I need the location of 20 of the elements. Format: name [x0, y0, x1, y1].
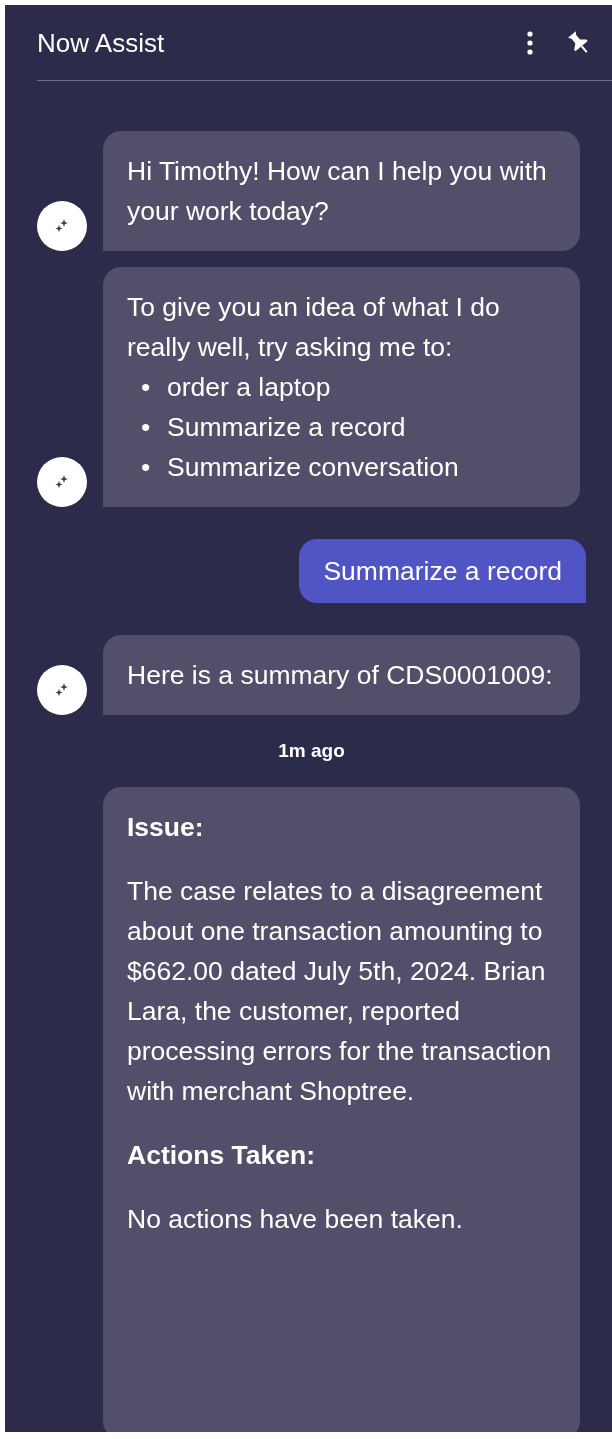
list-item-text: Summarize conversation	[167, 451, 459, 484]
more-icon	[526, 30, 534, 55]
list-item-text: Summarize a record	[167, 411, 406, 444]
user-message: Summarize a record	[299, 539, 586, 603]
section-heading: Issue:	[127, 811, 205, 844]
sparkle-icon	[54, 682, 70, 698]
sparkle-icon	[54, 474, 70, 490]
section-text: The case relates to a disagreement about one transaction amounting to $662.00 dated July 5th, 2024. Brian Lara, the customer, reported processing errors for the transaction with merchant Shoptree.	[127, 875, 553, 1108]
message-timestamp: 1m ago	[277, 739, 346, 763]
bot-message: Hi Timothy! How can I help you with your work today?	[103, 131, 580, 251]
section-text: No actions have been taken.	[127, 1203, 464, 1236]
bullet-marker: •	[141, 451, 152, 484]
bullet-marker: •	[141, 371, 152, 404]
bot-message: To give you an idea of what I do really well, try asking me to: • order a laptop • Summarize a record • Summarize conversation	[103, 267, 580, 507]
sparkle-icon	[54, 218, 70, 234]
list-item-text: order a laptop	[167, 371, 331, 404]
bullet-marker: •	[141, 411, 152, 444]
section-heading: Actions Taken:	[127, 1139, 316, 1172]
panel-title: Now Assist	[37, 26, 165, 60]
bot-message: Here is a summary of CDS0001009:	[103, 635, 580, 715]
